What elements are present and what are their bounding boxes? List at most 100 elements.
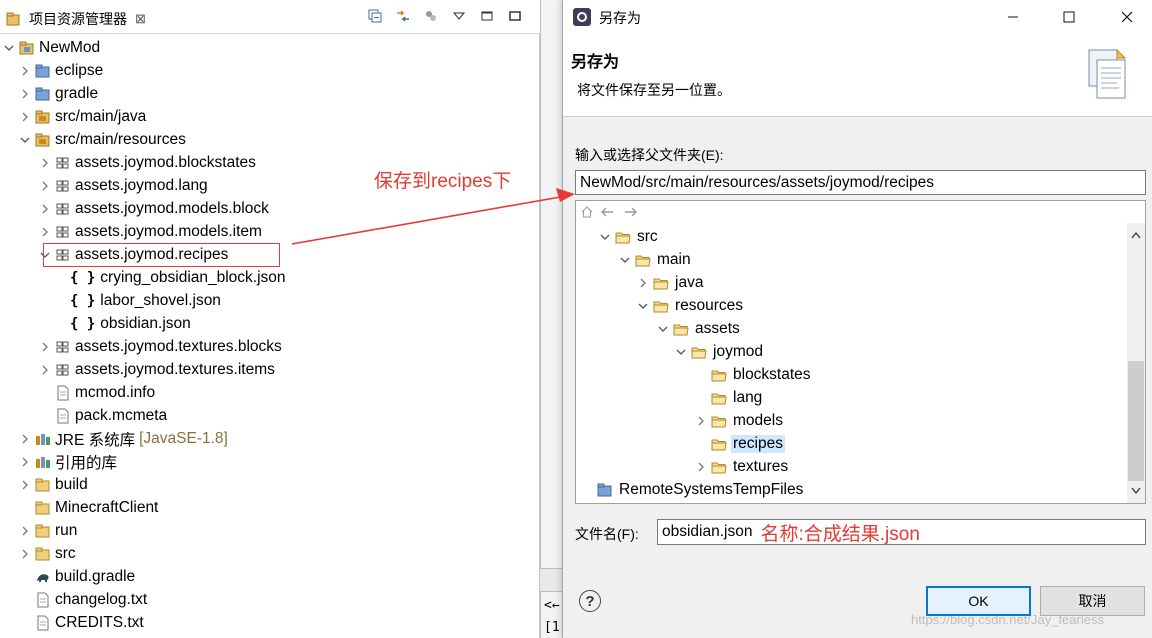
chevron-right-icon[interactable] bbox=[18, 549, 32, 559]
chevron-right-icon[interactable] bbox=[18, 434, 32, 444]
chevron-down-icon[interactable] bbox=[618, 256, 632, 264]
tree-item[interactable]: { } crying_obsidian_block.json bbox=[54, 266, 286, 289]
package-icon bbox=[54, 155, 72, 171]
chevron-right-icon[interactable] bbox=[18, 526, 32, 536]
chevron-right-icon[interactable] bbox=[38, 365, 52, 375]
tree-item[interactable]: assets.joymod.blockstates bbox=[38, 151, 256, 174]
source-folder-icon bbox=[34, 109, 52, 125]
tree-item[interactable]: eclipse bbox=[18, 59, 103, 82]
scroll-up-icon[interactable] bbox=[1127, 225, 1145, 245]
folder-tree-item[interactable]: joymod bbox=[674, 340, 765, 363]
tree-item[interactable]: { } obsidian.json bbox=[54, 312, 191, 335]
tree-item[interactable]: assets.joymod.textures.blocks bbox=[38, 335, 282, 358]
file-icon bbox=[34, 615, 52, 631]
chevron-right-icon[interactable] bbox=[38, 227, 52, 237]
tree-item[interactable]: assets.joymod.models.item bbox=[38, 220, 262, 243]
chevron-right-icon[interactable] bbox=[18, 66, 32, 76]
chevron-down-icon[interactable] bbox=[18, 136, 32, 144]
close-button[interactable] bbox=[1111, 5, 1143, 29]
tree-item[interactable]: pack.mcmeta bbox=[38, 404, 167, 427]
folder-tree-item[interactable]: blockstates bbox=[694, 363, 813, 386]
explorer-tab[interactable]: 项目资源管理器 ⊠ bbox=[0, 6, 152, 32]
dialog-header-title: 另存为 bbox=[571, 54, 620, 71]
folder-tree-item[interactable]: models bbox=[694, 409, 785, 432]
tree-item[interactable]: src/main/resources bbox=[18, 128, 186, 151]
tree-item[interactable]: assets.joymod.models.block bbox=[38, 197, 269, 220]
project-explorer: 项目资源管理器 ⊠ NewMod eclipse gradle src/main… bbox=[0, 0, 540, 638]
tree-item[interactable]: gradle bbox=[18, 82, 98, 105]
chevron-right-icon[interactable] bbox=[694, 462, 708, 472]
chevron-right-icon[interactable] bbox=[38, 158, 52, 168]
folder-tree-item[interactable]: src bbox=[598, 225, 660, 248]
tree-item[interactable]: src bbox=[18, 542, 76, 565]
folder-tree-item[interactable]: lang bbox=[694, 386, 764, 409]
back-icon[interactable] bbox=[600, 205, 616, 222]
explorer-tab-label: 项目资源管理器 bbox=[29, 11, 127, 27]
chevron-right-icon[interactable] bbox=[18, 89, 32, 99]
tree-item[interactable]: mcmod.info bbox=[38, 381, 155, 404]
dialog-header-description: 将文件保存至另一位置。 bbox=[577, 82, 731, 98]
chevron-right-icon[interactable] bbox=[636, 278, 650, 288]
tree-item[interactable]: JRE 系统库 [JavaSE-1.8] bbox=[18, 427, 228, 450]
forward-icon[interactable] bbox=[622, 205, 638, 222]
tree-item[interactable]: MinecraftClient bbox=[18, 496, 158, 519]
dialog-titlebar[interactable]: 另存为 bbox=[563, 0, 1152, 34]
help-icon[interactable]: ? bbox=[579, 590, 601, 612]
chevron-down-icon[interactable] bbox=[656, 325, 670, 333]
tree-item[interactable]: build bbox=[18, 473, 88, 496]
tree-item[interactable]: assets.joymod.lang bbox=[38, 174, 208, 197]
folder-tree-item-label: main bbox=[657, 250, 691, 268]
tree-item[interactable]: build.gradle bbox=[18, 565, 135, 588]
filename-input[interactable]: obsidian.json 名称:合成结果.json bbox=[657, 519, 1146, 545]
link-with-editor-icon[interactable] bbox=[394, 8, 412, 24]
home-icon[interactable] bbox=[580, 205, 594, 222]
maximize-icon[interactable] bbox=[506, 8, 524, 24]
tree-item[interactable]: assets.joymod.textures.items bbox=[38, 358, 275, 381]
maximize-button[interactable] bbox=[1053, 5, 1085, 29]
tree-item[interactable]: CREDITS.txt bbox=[18, 611, 144, 634]
folder-tree-item[interactable]: resources bbox=[636, 294, 745, 317]
package-icon bbox=[54, 178, 72, 194]
parent-folder-input[interactable]: NewMod/src/main/resources/assets/joymod/… bbox=[575, 170, 1146, 195]
view-menu-icon[interactable] bbox=[450, 8, 468, 24]
cancel-button[interactable]: 取消 bbox=[1040, 586, 1145, 616]
chevron-right-icon[interactable] bbox=[18, 112, 32, 122]
folder-tree-item[interactable]: assets bbox=[656, 317, 742, 340]
minimize-icon[interactable] bbox=[478, 8, 496, 24]
ok-button[interactable]: OK bbox=[926, 586, 1031, 616]
console-tab[interactable] bbox=[540, 568, 562, 592]
scroll-down-icon[interactable] bbox=[1127, 481, 1145, 501]
tree-item[interactable]: src/main/java bbox=[18, 105, 146, 128]
folder-tree-item[interactable]: java bbox=[636, 271, 705, 294]
chevron-right-icon[interactable] bbox=[694, 416, 708, 426]
chevron-right-icon[interactable] bbox=[18, 480, 32, 490]
collapse-all-icon[interactable] bbox=[366, 8, 384, 24]
close-icon[interactable]: ⊠ bbox=[135, 11, 146, 27]
chevron-right-icon[interactable] bbox=[38, 342, 52, 352]
tree-item[interactable]: NewMod bbox=[2, 36, 100, 59]
folder-tree-item-label: lang bbox=[733, 388, 763, 406]
save-as-banner-icon bbox=[1083, 46, 1131, 102]
chevron-down-icon[interactable] bbox=[636, 302, 650, 310]
folder-tree[interactable]: src main java resources assets joymod blocksta… bbox=[575, 200, 1146, 504]
filter-icon[interactable] bbox=[422, 8, 440, 24]
tree-item[interactable]: run bbox=[18, 519, 77, 542]
folder-tree-item[interactable]: recipes bbox=[694, 432, 785, 455]
folder-tree-item[interactable]: main bbox=[618, 248, 693, 271]
chevron-right-icon[interactable] bbox=[38, 204, 52, 214]
chevron-down-icon[interactable] bbox=[2, 44, 16, 52]
folder-tree-item[interactable]: textures bbox=[694, 455, 790, 478]
json-file-icon: { } bbox=[70, 292, 96, 309]
folder-tree-item[interactable]: RemoteSystemsTempFiles bbox=[580, 478, 805, 501]
chevron-down-icon[interactable] bbox=[674, 348, 688, 356]
chevron-down-icon[interactable] bbox=[598, 233, 612, 241]
folder-icon bbox=[34, 477, 52, 493]
scrollbar-thumb[interactable] bbox=[1128, 361, 1144, 481]
tree-item-label: 引用的库 bbox=[55, 454, 118, 472]
tree-item[interactable]: changelog.txt bbox=[18, 588, 147, 611]
tree-item[interactable]: { } labor_shovel.json bbox=[54, 289, 221, 312]
chevron-right-icon[interactable] bbox=[38, 181, 52, 191]
minimize-button[interactable] bbox=[997, 5, 1029, 29]
tree-item[interactable]: 引用的库 bbox=[18, 450, 117, 473]
chevron-right-icon[interactable] bbox=[18, 457, 32, 467]
